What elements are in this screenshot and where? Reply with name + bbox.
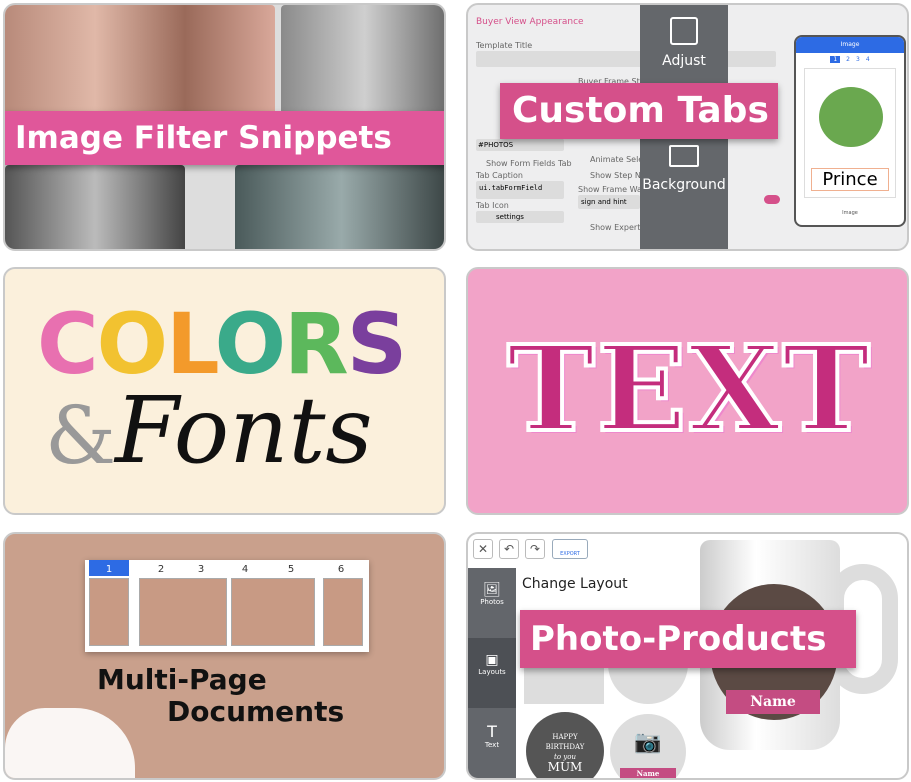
tab-caption-label: Tab Caption xyxy=(476,171,523,180)
color-photo xyxy=(5,5,275,115)
page-thumbnail[interactable] xyxy=(89,578,129,646)
book-icon xyxy=(669,145,699,167)
adjust-icon xyxy=(670,17,698,45)
photos-icon: 🖼 xyxy=(483,582,501,598)
tab-background[interactable]: Background xyxy=(640,177,728,193)
card-colors-fonts[interactable]: COLORS & Fonts xyxy=(3,267,446,515)
tab-caption-input[interactable]: ui.tabFormField xyxy=(476,181,564,199)
show-form-fields-checkbox[interactable]: Show Form Fields Tab xyxy=(486,159,572,168)
page-number[interactable]: 6 xyxy=(331,564,351,575)
close-icon[interactable]: ✕ xyxy=(473,539,493,559)
card-title: Custom Tabs xyxy=(500,83,778,139)
card-title: Photo-Products xyxy=(520,610,856,668)
page-number[interactable]: 1 xyxy=(99,564,119,575)
camera-icon: 📷 xyxy=(634,730,662,755)
tool-rail: 🖼 Photos ▣ Layouts T Text xyxy=(468,568,516,778)
rail-layouts[interactable]: ▣ Layouts xyxy=(468,638,516,708)
textured-photo xyxy=(235,165,444,249)
page-strip: 1 2 3 4 5 6 xyxy=(85,560,369,652)
phone-pager: 1 2 3 4 xyxy=(796,53,904,66)
page-3[interactable]: 3 xyxy=(856,56,860,63)
birthday-line: HAPPY xyxy=(552,733,578,741)
title-line-1: Multi-Page xyxy=(97,663,267,696)
fonts-title: Fonts xyxy=(115,377,373,484)
undo-icon[interactable]: ↶ xyxy=(499,539,519,559)
page-thumbnail[interactable] xyxy=(231,578,315,646)
birthday-line: MUM xyxy=(547,760,583,774)
rail-photos[interactable]: 🖼 Photos xyxy=(468,568,516,638)
phone-footer: Image xyxy=(842,210,858,216)
frame-warnings-select[interactable]: sign and hint xyxy=(578,195,640,209)
redo-icon[interactable]: ↷ xyxy=(525,539,545,559)
tab-icon-select[interactable]: settings xyxy=(476,211,564,223)
card-text[interactable]: TEXT xyxy=(466,267,909,515)
toggle-switch[interactable] xyxy=(764,195,780,204)
page-2[interactable]: 2 xyxy=(846,56,850,63)
tab-adjust[interactable]: Adjust xyxy=(640,53,728,69)
card-title: Multi-Page Documents xyxy=(97,664,344,728)
sepia-photo xyxy=(281,5,444,115)
colors-letter: C xyxy=(37,295,99,393)
phone-text: Prince xyxy=(811,168,889,191)
page-number[interactable]: 2 xyxy=(151,564,171,575)
card-image-filter-snippets[interactable]: Image Filter Snippets xyxy=(3,3,446,251)
layouts-icon: ▣ xyxy=(485,652,499,668)
panel-title: Buyer View Appearance xyxy=(476,17,584,27)
ampersand: & xyxy=(45,389,117,482)
page-1[interactable]: 1 xyxy=(830,56,841,63)
rail-label: Text xyxy=(484,741,500,749)
small-name-ribbon: Name xyxy=(620,768,676,778)
template-title-input[interactable] xyxy=(476,51,776,67)
page-thumbnail[interactable] xyxy=(139,578,227,646)
frame-warnings-label: Show Frame Warnings xyxy=(578,185,640,194)
template-title-label: Template Title xyxy=(476,41,533,50)
card-custom-tabs[interactable]: Buyer View Appearance Template Title #PH… xyxy=(466,3,909,251)
card-title: Image Filter Snippets xyxy=(5,111,444,165)
show-step-numbers-checkbox[interactable]: Show Step Numbers xyxy=(590,171,640,180)
show-expert-mode-checkbox[interactable]: Show Expert Mode xyxy=(590,223,640,232)
initial-tab-select[interactable]: #PHOTOS xyxy=(476,139,564,151)
text-icon: T xyxy=(487,722,497,741)
frog-image xyxy=(819,87,883,147)
page-thumbnail[interactable] xyxy=(323,578,363,646)
change-layout-heading: Change Layout xyxy=(522,576,628,592)
page-number[interactable]: 3 xyxy=(191,564,211,575)
phone-canvas: Prince xyxy=(804,68,896,198)
tab-icon-label: Tab Icon xyxy=(476,201,509,210)
rail-label: Layouts xyxy=(478,668,506,676)
rail-label: Photos xyxy=(480,598,504,606)
title-line-2: Documents xyxy=(167,695,345,728)
birthday-layout-option[interactable]: HAPPY BIRTHDAY to you MUM xyxy=(526,712,604,778)
page-number[interactable]: 4 xyxy=(235,564,255,575)
page-4[interactable]: 4 xyxy=(866,56,870,63)
phone-header: Image xyxy=(796,37,904,53)
birthday-line: BIRTHDAY xyxy=(545,743,585,751)
phone-preview: Image 1 2 3 4 Prince Image xyxy=(794,35,906,227)
animate-selection-checkbox[interactable]: Animate Selection xyxy=(590,155,640,164)
mug-name-ribbon: Name xyxy=(726,690,820,714)
bw-photo xyxy=(5,165,185,249)
card-title: TEXT xyxy=(505,317,873,460)
page-number[interactable]: 5 xyxy=(281,564,301,575)
export-button[interactable]: EXPORT xyxy=(552,539,588,559)
rail-text[interactable]: T Text xyxy=(468,708,516,778)
card-photo-products[interactable]: ✕ ↶ ↷ EXPORT 🖼 Photos ▣ Layouts T Text Chan… xyxy=(466,532,909,780)
card-multi-page-documents[interactable]: 1 2 3 4 5 6 Multi-Page Documents xyxy=(3,532,446,780)
